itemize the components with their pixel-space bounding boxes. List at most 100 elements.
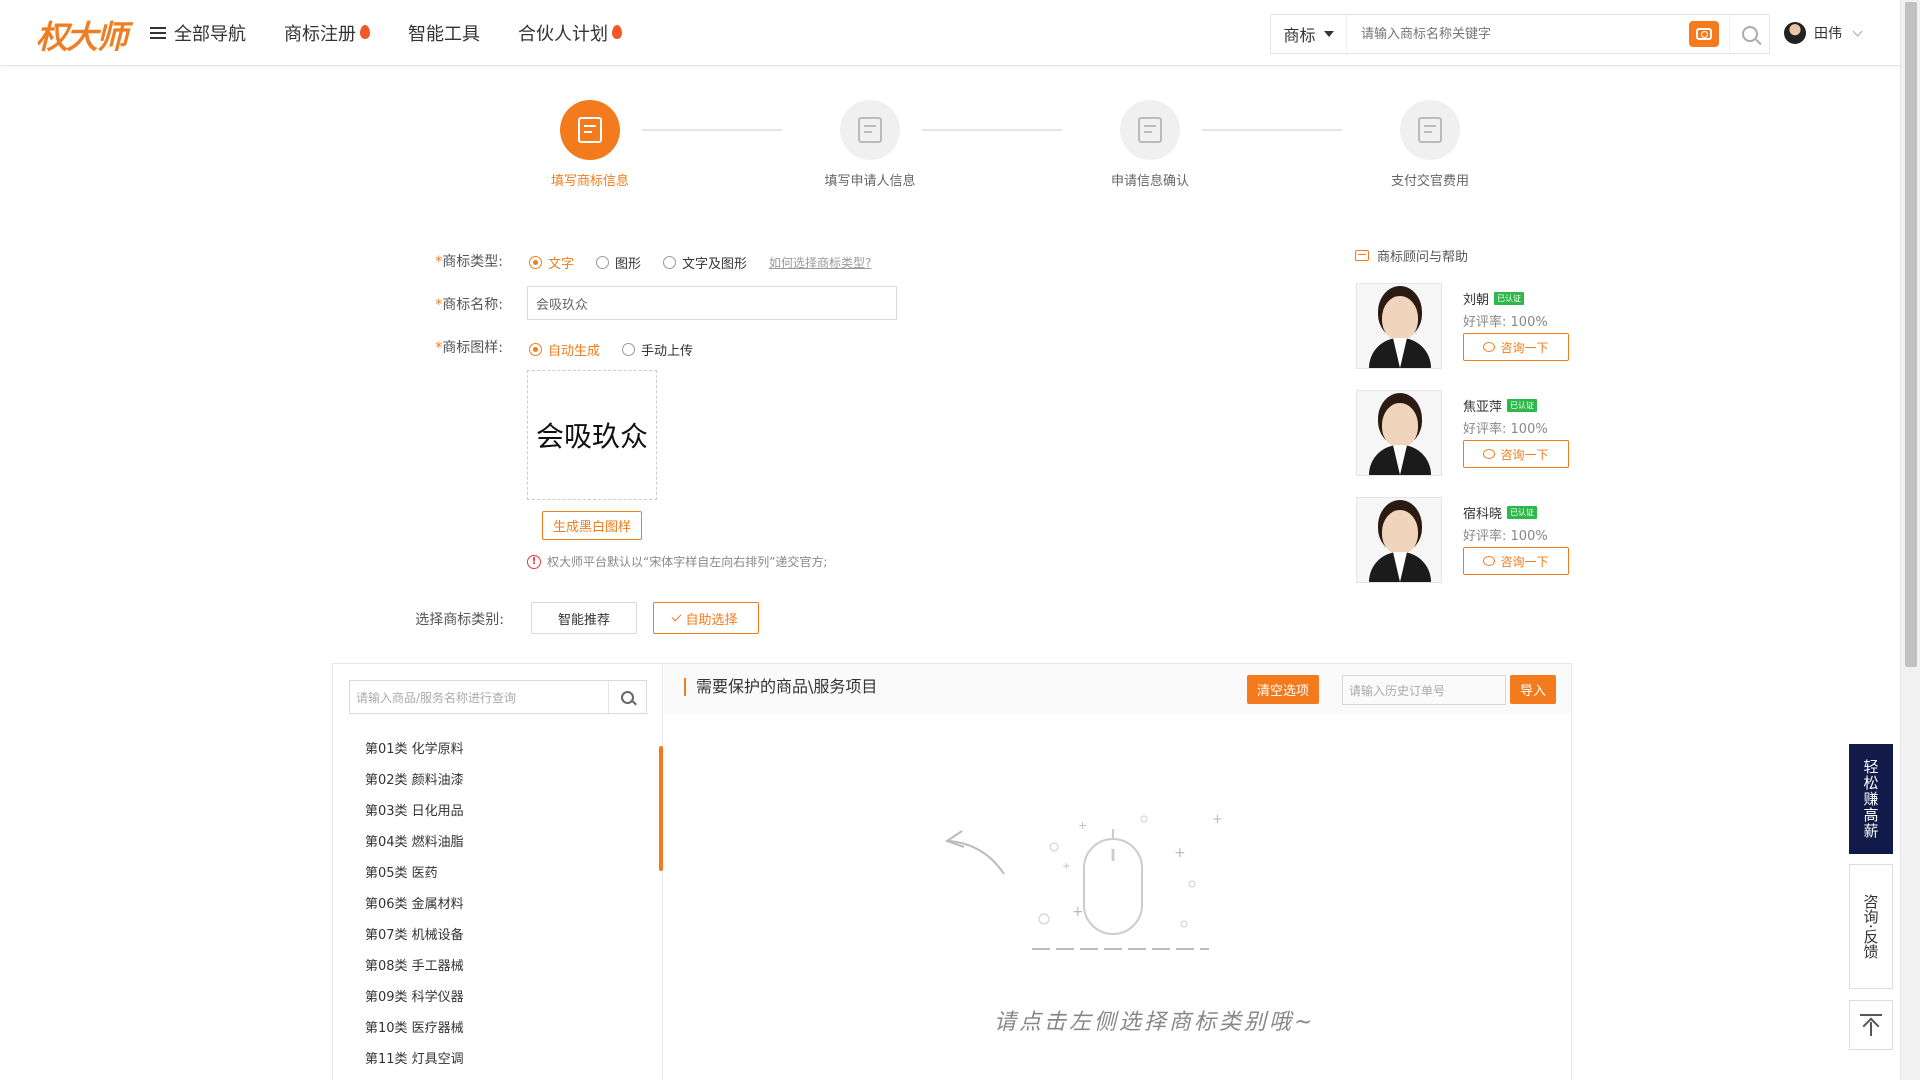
search-bar: 商标 <box>1270 14 1770 54</box>
top-header: 权大师 全部导航 商标注册 智能工具 合伙人计划 商标 请输入商标名称关键字 田… <box>0 0 1900 66</box>
goods-search-input[interactable]: 请输入商品/服务名称进行查询 <box>350 689 608 706</box>
search-type-select[interactable]: 商标 <box>1271 15 1347 53</box>
consultant-name: 宿科晓 <box>1463 507 1503 522</box>
step-4-circle <box>1400 100 1460 160</box>
search-input[interactable] <box>1347 15 1689 53</box>
radio-type-text[interactable]: 文字 <box>529 253 574 272</box>
verified-badge: 已认证 <box>1507 399 1538 412</box>
step-2-circle <box>840 100 900 160</box>
category-item[interactable]: 第11类 灯具空调 <box>365 1044 645 1075</box>
category-item[interactable]: 第10类 医疗器械 <box>365 1013 645 1044</box>
category-item[interactable]: 第04类 燃料油脂 <box>365 827 645 858</box>
consultant-name: 刘朝 <box>1463 293 1490 308</box>
earn-promo-button[interactable]: 轻松赚高薪 <box>1849 744 1893 854</box>
nav-partner-label: 合伙人计划 <box>518 24 608 45</box>
history-order-input[interactable]: 请输入历史订单号 <box>1342 675 1506 705</box>
category-item[interactable]: 第06类 金属材料 <box>365 889 645 920</box>
chat-bubble-icon <box>1483 342 1496 352</box>
avatar <box>1784 22 1806 44</box>
radio-manual-upload[interactable]: 手动上传 <box>622 340 693 359</box>
consultant-name: 焦亚萍 <box>1463 400 1503 415</box>
goods-search-button[interactable] <box>608 681 646 713</box>
search-button[interactable] <box>1729 15 1769 53</box>
check-icon <box>672 611 682 621</box>
goods-search: 请输入商品/服务名称进行查询 <box>349 680 647 714</box>
consultant-photo <box>1356 390 1442 476</box>
radio-type-text-image[interactable]: 文字及图形 <box>663 253 747 272</box>
type-help-link[interactable]: 如何选择商标类型? <box>769 254 871 271</box>
empty-state-hint: 请点击左侧选择商标类别哦~ <box>994 1010 1316 1035</box>
category-item[interactable]: 第07类 机械设备 <box>365 920 645 951</box>
rating-label: 好评率: <box>1463 315 1507 330</box>
back-to-top-button[interactable] <box>1849 1000 1893 1050</box>
nav-trademark-label: 商标注册 <box>284 24 356 45</box>
wallet-icon <box>1418 117 1442 143</box>
page-scrollbar[interactable] <box>1900 0 1920 1080</box>
nav-partner[interactable]: 合伙人计划 <box>518 20 622 46</box>
nav-all[interactable]: 全部导航 <box>150 20 246 46</box>
nav-tools-label: 智能工具 <box>408 24 480 45</box>
step-4: 支付交官费用 <box>1360 100 1500 189</box>
consultant-card: 宿科晓 已认证 好评率: 100% 咨询一下 <box>1356 497 1576 585</box>
category-item[interactable]: 第08类 手工器械 <box>365 951 645 982</box>
clear-selection-button[interactable]: 清空选项 <box>1247 675 1319 704</box>
verified-badge: 已认证 <box>1494 292 1525 305</box>
mouse-illustration: + + + + + <box>944 812 1223 950</box>
rating-label: 好评率: <box>1463 529 1507 544</box>
fire-icon <box>360 25 370 39</box>
image-search-button[interactable] <box>1689 21 1719 47</box>
consultant-section-title: 商标顾问与帮助 <box>1355 246 1468 265</box>
consult-button[interactable]: 咨询一下 <box>1463 333 1569 361</box>
smart-recommend-button[interactable]: 智能推荐 <box>531 602 637 634</box>
notice-text: 权大师平台默认以“宋体字样自左向右排列”递交官方; <box>547 555 828 569</box>
trademark-name-input[interactable]: 会吸玖众 <box>527 286 897 320</box>
search-icon <box>1741 26 1758 42</box>
nav-trademark-register[interactable]: 商标注册 <box>284 20 370 46</box>
radio-type-image[interactable]: 图形 <box>596 253 641 272</box>
search-type-label: 商标 <box>1283 26 1316 45</box>
step-connector <box>1202 129 1342 131</box>
consult-button[interactable]: 咨询一下 <box>1463 440 1569 468</box>
generate-bw-button[interactable]: 生成黑白图样 <box>542 511 642 540</box>
import-button[interactable]: 导入 <box>1510 675 1556 704</box>
category-scrollbar[interactable] <box>659 746 663 871</box>
nav-smart-tools[interactable]: 智能工具 <box>408 20 480 46</box>
trademark-name-label: *商标名称: <box>435 297 503 313</box>
scrollbar-thumb[interactable] <box>1905 2 1917 667</box>
selected-items-area: 需要保护的商品\服务项目 清空选项 请输入历史订单号 导入 + + + + + … <box>664 664 1571 1080</box>
step-3-label: 申请信息确认 <box>1110 174 1189 189</box>
svg-text:+: + <box>1212 812 1223 827</box>
category-item[interactable]: 第01类 化学原料 <box>365 734 645 765</box>
rating-value: 100% <box>1510 529 1548 544</box>
step-2: 填写申请人信息 <box>800 100 940 189</box>
pencil-icon <box>858 117 882 143</box>
step-connector <box>922 129 1062 131</box>
feedback-button[interactable]: 咨询·反馈 <box>1849 864 1893 989</box>
sample-mode-radios: 自动生成 手动上传 <box>529 340 715 359</box>
category-item[interactable]: 第02类 颜料油漆 <box>365 765 645 796</box>
consult-button[interactable]: 咨询一下 <box>1463 547 1569 575</box>
warning-icon: ! <box>527 554 541 569</box>
category-item[interactable]: 第03类 日化用品 <box>365 796 645 827</box>
radio-auto-generate[interactable]: 自动生成 <box>529 340 600 359</box>
consultant-title-text: 商标顾问与帮助 <box>1377 250 1469 265</box>
step-2-label: 填写申请人信息 <box>824 174 916 189</box>
step-3-circle <box>1120 100 1180 160</box>
step-1-circle <box>560 100 620 160</box>
category-item[interactable]: 第09类 科学仪器 <box>365 982 645 1013</box>
category-selection-panel: 请输入商品/服务名称进行查询 第01类 化学原料 第02类 颜料油漆 第03类 … <box>332 663 1572 1080</box>
chevron-down-icon <box>1852 26 1863 36</box>
chat-bubble-icon <box>1483 449 1496 459</box>
checklist-icon <box>1138 117 1162 143</box>
self-select-button[interactable]: 自助选择 <box>653 602 759 634</box>
user-name: 田伟 <box>1814 26 1842 42</box>
svg-text:+: + <box>1078 819 1087 832</box>
fire-icon <box>612 25 622 39</box>
consultant-card: 刘朝 已认证 好评率: 100% 咨询一下 <box>1356 283 1576 371</box>
user-menu[interactable]: 田伟 <box>1784 22 1863 44</box>
search-icon <box>621 690 634 704</box>
category-item[interactable]: 第05类 医药 <box>365 858 645 889</box>
logo[interactable]: 权大师 <box>36 12 128 58</box>
arrow-up-icon <box>1860 1014 1882 1036</box>
step-1-label: 填写商标信息 <box>550 174 629 189</box>
